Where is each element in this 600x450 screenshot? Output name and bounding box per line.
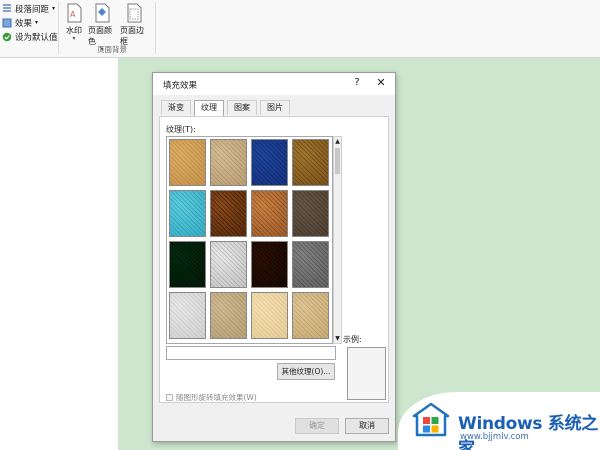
texture-denim[interactable]: [251, 139, 288, 186]
ok-button[interactable]: 确定: [295, 418, 339, 434]
tab-texture[interactable]: 纹理: [194, 100, 224, 116]
scroll-up-icon[interactable]: ▲: [334, 137, 341, 146]
set-default-label: 设为默认值: [15, 32, 58, 43]
page-background-group-label: 页面背景: [97, 45, 127, 54]
set-default-button[interactable]: 设为默认值: [2, 30, 58, 43]
texture-brown-marble[interactable]: [251, 241, 288, 288]
effects-icon: [2, 18, 12, 27]
texture-fish-fossil[interactable]: [251, 190, 288, 237]
watermark-url: www.bjjmlv.com: [460, 432, 529, 442]
texture-woven-mat[interactable]: [292, 139, 329, 186]
page-color-icon: [95, 3, 110, 23]
ribbon: 段落间距 ▾ 效果 ▾ 设为默认值 A 水印 ▾ 页面颜色 ▾ 页面边框 页面背…: [0, 0, 600, 58]
check-icon: [2, 32, 12, 41]
fill-effects-dialog: 填充效果 ? ✕ 渐变 纹理 图案 图片 纹理(T): ▲ ▼ 其他纹理(O).…: [152, 72, 396, 442]
effects-button[interactable]: 效果 ▾: [2, 16, 38, 29]
document-margin: [0, 58, 118, 450]
page-border-icon: [127, 3, 142, 23]
texture-green-marble[interactable]: [169, 241, 206, 288]
paragraph-spacing-label: 段落间距: [15, 4, 50, 15]
texture-canvas[interactable]: [210, 139, 247, 186]
texture-newsprint[interactable]: [169, 292, 206, 339]
texture-label: 纹理(T):: [166, 125, 196, 134]
site-watermark: Windows 系统之家 www.bjjmlv.com: [398, 392, 600, 450]
texture-panel: 纹理(T): ▲ ▼ 其他纹理(O)... 示例: 随图形旋转填充效果(W): [159, 116, 389, 403]
tab-gradient[interactable]: 渐变: [161, 100, 191, 115]
ribbon-divider: [155, 2, 156, 54]
chevron-down-icon: ▾: [35, 19, 39, 26]
scroll-thumb[interactable]: [335, 148, 340, 174]
rotate-with-shape-row[interactable]: 随图形旋转填充效果(W): [166, 392, 257, 403]
texture-granite[interactable]: [292, 241, 329, 288]
ribbon-divider: [58, 2, 59, 54]
texture-paper-bag[interactable]: [210, 190, 247, 237]
help-icon[interactable]: ?: [351, 77, 363, 88]
sample-preview: [347, 347, 386, 400]
dialog-tabs: 渐变 纹理 图案 图片: [161, 100, 293, 116]
page-border-button[interactable]: 页面边框: [120, 3, 148, 47]
chevron-down-icon: ▾: [52, 5, 56, 12]
tab-picture[interactable]: 图片: [260, 100, 290, 115]
watermark-title: Windows 系统之家: [458, 414, 598, 450]
texture-papyrus[interactable]: [169, 139, 206, 186]
texture-white-marble[interactable]: [210, 241, 247, 288]
texture-sand[interactable]: [292, 190, 329, 237]
windows-logo-icon: [412, 402, 450, 437]
texture-gallery: [166, 136, 333, 344]
dialog-titlebar[interactable]: 填充效果 ? ✕: [153, 73, 395, 95]
effects-label: 效果: [15, 18, 33, 29]
rotate-checkbox[interactable]: [166, 394, 173, 401]
svg-text:A: A: [70, 10, 76, 19]
watermark-button[interactable]: A 水印 ▾: [60, 3, 88, 42]
cancel-button[interactable]: 取消: [345, 418, 389, 434]
rotate-checkbox-label: 随图形旋转填充效果(W): [176, 393, 257, 402]
sample-label: 示例:: [343, 335, 362, 344]
paragraph-spacing-button[interactable]: 段落间距 ▾: [2, 2, 55, 15]
chevron-down-icon: ▾: [72, 35, 76, 42]
texture-recycled-paper[interactable]: [210, 292, 247, 339]
scroll-down-icon[interactable]: ▼: [334, 334, 341, 343]
paragraph-spacing-icon: [3, 3, 11, 12]
close-icon[interactable]: ✕: [375, 76, 387, 89]
texture-name-field[interactable]: [166, 346, 336, 360]
texture-water-droplets[interactable]: [169, 190, 206, 237]
dialog-title: 填充效果: [163, 81, 198, 91]
texture-parchment[interactable]: [251, 292, 288, 339]
watermark-icon: A: [67, 3, 82, 23]
texture-scrollbar[interactable]: ▲ ▼: [333, 136, 342, 344]
texture-stationery[interactable]: [292, 292, 329, 339]
other-texture-button[interactable]: 其他纹理(O)...: [277, 363, 335, 380]
tab-pattern[interactable]: 图案: [227, 100, 257, 115]
